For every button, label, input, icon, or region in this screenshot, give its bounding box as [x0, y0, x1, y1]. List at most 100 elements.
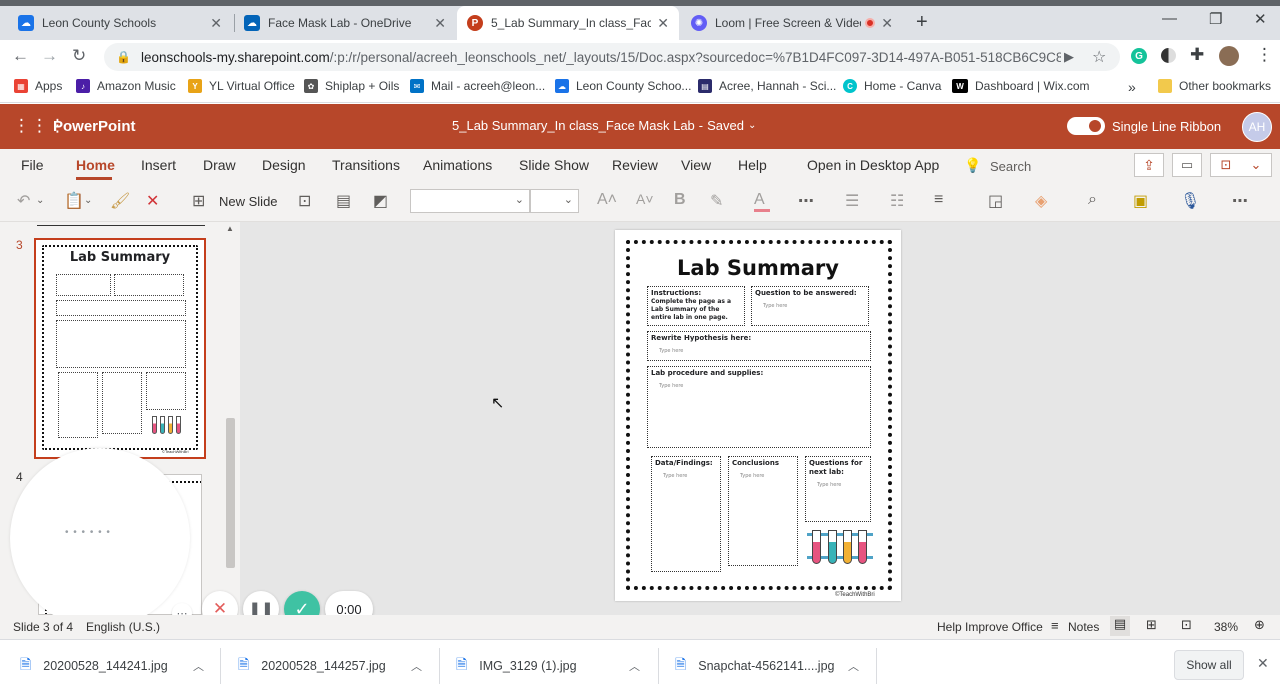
app-name[interactable]: PowerPoint	[53, 118, 136, 135]
present-button[interactable]: ⊡ ⌄	[1210, 153, 1272, 177]
thumbnail-scrollbar[interactable]: ▲	[223, 222, 239, 615]
extensions-icon[interactable]: ✚	[1190, 45, 1204, 65]
bookmark-amazon-music[interactable]: ♪ Amazon Music	[76, 79, 176, 93]
font-color-icon[interactable]: A	[754, 191, 765, 209]
tab-insert[interactable]: Insert	[141, 157, 176, 173]
tab-help[interactable]: Help	[738, 157, 767, 173]
dictate-icon[interactable]: 🎙	[1180, 191, 1200, 211]
bookmark-wix[interactable]: W Dashboard | Wix.com	[952, 79, 1090, 93]
procedure-box[interactable]: Lab procedure and supplies: Type here	[647, 366, 871, 448]
bullets-icon[interactable]: ☰	[845, 191, 859, 211]
language-indicator[interactable]: English (U.S.)	[86, 620, 160, 634]
align-icon[interactable]: ≡	[934, 191, 943, 209]
notes-button[interactable]: Notes	[1068, 620, 1099, 634]
download-item[interactable]: 🗎 Snapchat-4562141....jpg ︿	[675, 640, 875, 691]
new-slide-button[interactable]: New Slide	[219, 194, 278, 209]
undo-icon[interactable]: ↶	[17, 191, 30, 211]
decrease-font-icon[interactable]: A˅	[636, 191, 654, 207]
close-icon[interactable]: ✕	[881, 15, 893, 32]
close-icon[interactable]: ✕	[210, 15, 222, 32]
tab-animations[interactable]: Animations	[423, 157, 492, 173]
background-icon[interactable]: ◩	[373, 191, 388, 211]
address-bar[interactable]: 🔒 leonschools-my.sharepoint.com/:p:/r/pe…	[104, 43, 1120, 71]
hypothesis-box[interactable]: Rewrite Hypothesis here: Type here	[647, 331, 871, 361]
bookmark-acree-hannah[interactable]: ▤ Acree, Hannah - Sci...	[698, 79, 836, 93]
layout-icon[interactable]: ▤	[336, 191, 351, 211]
other-bookmarks[interactable]: Other bookmarks	[1158, 79, 1271, 93]
data-findings-box[interactable]: Data/Findings: Type here	[651, 456, 721, 572]
search-box[interactable]: Search	[990, 159, 1031, 174]
tab-draw[interactable]: Draw	[203, 157, 236, 173]
bookmark-apps[interactable]: ▦ Apps	[14, 79, 62, 93]
tab-home[interactable]: Home	[76, 157, 115, 173]
tab-view[interactable]: View	[681, 157, 711, 173]
paste-icon[interactable]: 📋	[64, 191, 84, 211]
forward-icon[interactable]: →	[41, 46, 58, 66]
download-item[interactable]: 🗎 IMG_3129 (1).jpg ︿	[456, 640, 656, 691]
tab-transitions[interactable]: Transitions	[332, 157, 400, 173]
bookmark-yl-virtual-office[interactable]: Y YL Virtual Office	[188, 79, 295, 93]
close-icon[interactable]: ✕	[434, 15, 446, 32]
window-close-icon[interactable]: ✕	[1254, 10, 1267, 28]
zoom-level[interactable]: 38%	[1214, 620, 1238, 634]
camera-blocked-icon[interactable]: ▶	[1064, 49, 1074, 65]
tab-slide-show[interactable]: Slide Show	[519, 157, 589, 173]
minimize-icon[interactable]: —	[1162, 10, 1177, 27]
shapes-icon[interactable]: ◲	[988, 191, 1003, 211]
close-icon[interactable]: ✕	[657, 15, 669, 32]
next-lab-questions-box[interactable]: Questions for next lab: Type here	[805, 456, 871, 522]
highlight-icon[interactable]: ✎	[710, 191, 723, 211]
chevron-up-icon[interactable]: ︿	[848, 658, 859, 674]
bookmark-star-icon[interactable]: ☆	[1092, 47, 1106, 67]
single-line-ribbon-toggle[interactable]	[1067, 117, 1105, 135]
more-font-options-icon[interactable]: ⋯	[798, 191, 814, 211]
new-tab-button[interactable]: +	[916, 11, 928, 34]
account-avatar[interactable]: AH	[1242, 112, 1272, 142]
bookmark-canva[interactable]: C Home - Canva	[843, 79, 941, 93]
conclusions-box[interactable]: Conclusions Type here	[728, 456, 798, 566]
reuse-slides-icon[interactable]: ⊡	[298, 191, 311, 211]
close-downloads-icon[interactable]: ✕	[1257, 655, 1269, 672]
show-all-downloads-button[interactable]: Show all	[1174, 650, 1244, 680]
tab-file[interactable]: File	[21, 157, 44, 173]
back-icon[interactable]: ←	[12, 46, 29, 66]
tab-lab-summary-active[interactable]: P 5_Lab Summary_In class_Face Mask ✕	[457, 6, 679, 40]
share-icon[interactable]: ⇪	[1134, 153, 1164, 177]
fit-to-window-icon[interactable]: ⊕	[1254, 617, 1265, 633]
comments-icon[interactable]: ▭	[1172, 153, 1202, 177]
tab-leon-county-schools[interactable]: ☁ Leon County Schools ✕	[8, 8, 232, 38]
help-improve-office[interactable]: Help Improve Office	[937, 620, 1043, 634]
bookmark-shiplap-oils[interactable]: ✿ Shiplap + Oils	[304, 79, 399, 93]
normal-view-icon[interactable]: ▤	[1110, 616, 1130, 636]
chevron-down-icon[interactable]: ⌄	[84, 195, 92, 206]
slide-title[interactable]: Lab Summary	[615, 256, 901, 280]
document-title[interactable]: 5_Lab Summary_In class_Face Mask Lab - S…	[452, 118, 756, 133]
bookmark-leon-county-schools[interactable]: ☁ Leon County Schoo...	[555, 79, 691, 93]
profile-avatar[interactable]	[1219, 46, 1239, 66]
tab-review[interactable]: Review	[612, 157, 658, 173]
increase-font-icon[interactable]: A˄	[597, 191, 617, 209]
find-icon[interactable]: ⌕	[1088, 191, 1097, 209]
grammarly-icon[interactable]: G	[1131, 48, 1147, 64]
chevron-down-icon[interactable]: ⌄	[36, 195, 44, 206]
restore-icon[interactable]: ❐	[1209, 10, 1222, 28]
slide-2-thumbnail-edge[interactable]	[37, 222, 205, 226]
new-slide-icon[interactable]: ⊞	[192, 191, 205, 211]
numbering-icon[interactable]: ☷	[890, 191, 904, 211]
download-item[interactable]: 🗎 20200528_144257.jpg ︿	[238, 640, 438, 691]
reload-icon[interactable]: ↻	[72, 46, 86, 66]
chevron-up-icon[interactable]: ︿	[629, 658, 640, 674]
more-options-icon[interactable]: ⋯	[1232, 191, 1248, 211]
format-painter-icon[interactable]: 🖌	[110, 191, 130, 211]
scrollbar-thumb[interactable]	[226, 418, 235, 568]
slide-3-thumbnail[interactable]: Lab Summary ©TeachWithBri	[34, 238, 206, 459]
chevron-up-icon[interactable]: ︿	[193, 658, 204, 674]
chevron-up-icon[interactable]: ︿	[411, 658, 422, 674]
tab-design[interactable]: Design	[262, 157, 306, 173]
font-size-dropdown[interactable]: ⌄	[530, 189, 579, 213]
instructions-box[interactable]: Instructions: Complete the page as a Lab…	[647, 286, 745, 326]
delete-icon[interactable]: ✕	[146, 191, 159, 211]
loom-camera-bubble[interactable]: • • • • • •	[10, 448, 190, 628]
bookmark-mail[interactable]: ✉ Mail - acreeh@leon...	[410, 79, 545, 93]
reading-view-icon[interactable]: ⊡	[1181, 617, 1192, 633]
